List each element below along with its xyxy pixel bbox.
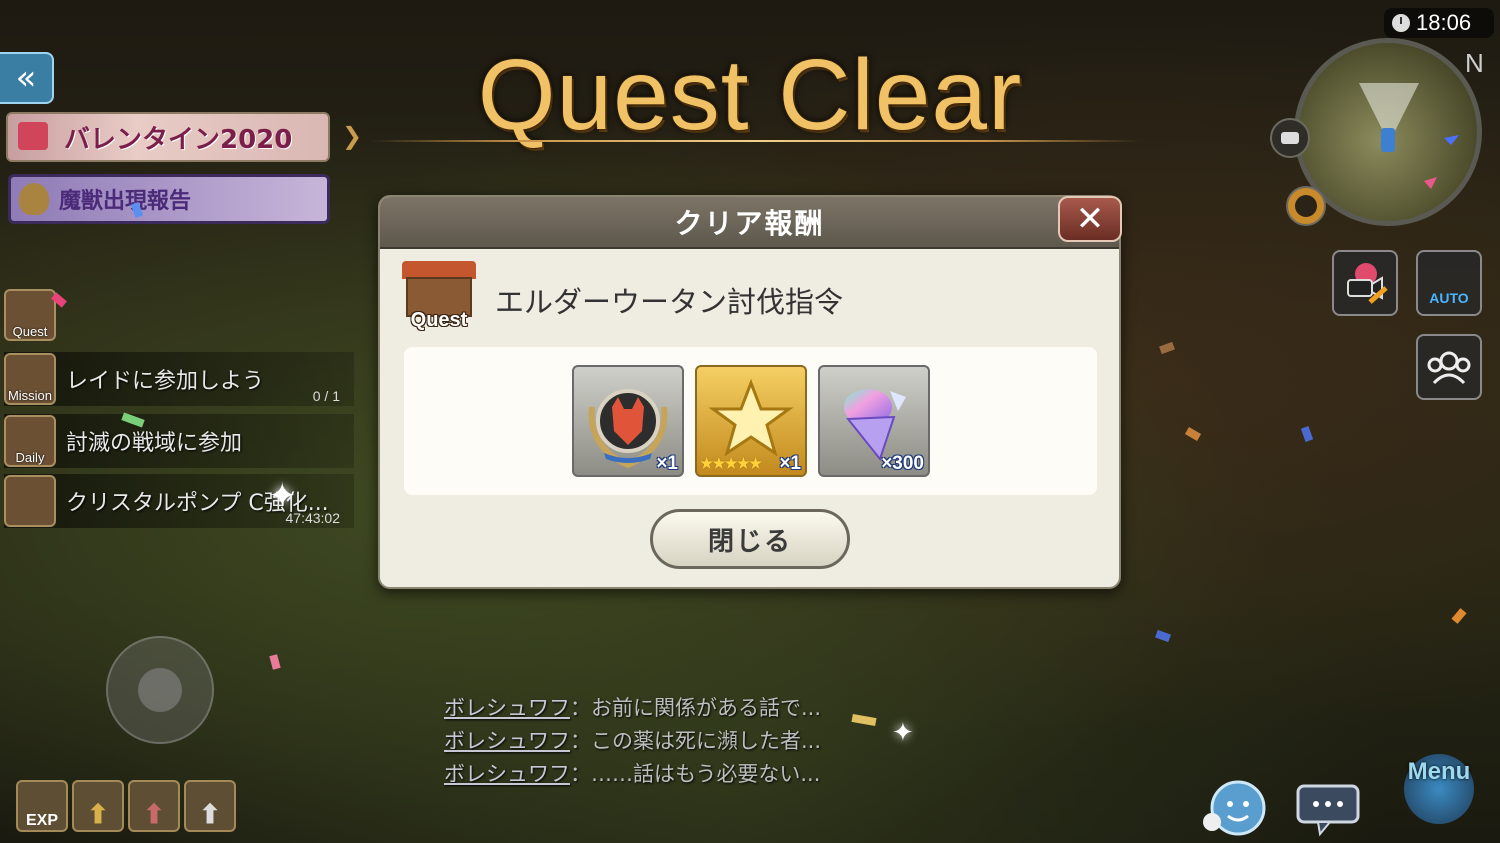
chat-message: ：お前に関係がある話で... [570, 696, 822, 720]
dialog-close-x-button[interactable]: ✕ [1058, 196, 1122, 242]
exp-label: EXP [25, 812, 58, 829]
confetti-piece [1451, 608, 1467, 624]
gold-boost-button[interactable]: ⬆ [72, 780, 124, 832]
emote-button[interactable] [1200, 778, 1272, 838]
chat-speaker-link[interactable]: ボレシュワフ [444, 762, 570, 786]
record-button[interactable] [1332, 250, 1398, 316]
quest-icon: Quest [4, 289, 56, 341]
reward-quantity: ×1 [779, 453, 801, 474]
clock-time: 18:06 [1416, 10, 1472, 35]
dialog-title: クリア報酬 [674, 207, 825, 240]
chat-message: ：この薬は死に瀕した者... [570, 729, 822, 753]
portrait-icon [1295, 195, 1317, 217]
menu-button[interactable]: Menu [1384, 744, 1494, 840]
minimap-view-cone-icon [1359, 83, 1459, 189]
confetti-piece [1159, 341, 1175, 355]
reward-item[interactable]: ★★★★★ ×1 [695, 365, 807, 477]
crystal-pump-row[interactable]: クリスタルポンプ C強化... 47:43:02 [4, 474, 354, 528]
close-icon: ✕ [1075, 199, 1105, 239]
drop-boost-button[interactable]: ⬆ [128, 780, 180, 832]
camera-icon [1281, 132, 1299, 144]
quest-badge-icon: Quest [400, 261, 478, 337]
double-chevron-left-icon: « [15, 58, 37, 98]
smiley-face-icon [1203, 780, 1266, 836]
sparkle-icon: ✦ [268, 476, 297, 516]
back-button[interactable]: « [0, 52, 54, 104]
compass-north-label: N [1465, 48, 1484, 78]
party-button[interactable] [1416, 334, 1482, 400]
coin-up-icon: ⬆ [87, 799, 109, 829]
chat-line: ボレシュワフ：この薬は死に瀕した者... [444, 725, 821, 755]
mission-text: レイドに参加しよう [66, 369, 265, 394]
confetti-piece [1155, 629, 1171, 643]
clear-reward-dialog: クリア報酬 Quest エルダーウータン討伐指令 ×1 ★★★★★ ×1 ×30… [378, 195, 1121, 589]
quest-badge-label: Quest [410, 309, 468, 331]
banner-expand-icon[interactable]: ❯ [342, 122, 362, 150]
close-button[interactable]: 閉じる [650, 509, 850, 569]
confetti-piece [1300, 426, 1314, 442]
confetti-piece [1184, 427, 1202, 441]
reward-quantity: ×1 [656, 453, 678, 474]
dialog-header: クリア報酬 [380, 197, 1119, 249]
title-underline [370, 140, 1140, 142]
menu-label: Menu [1407, 758, 1471, 785]
reward-quantity: ×300 [881, 453, 924, 474]
hand-up-icon: ⬆ [199, 799, 221, 829]
character-portrait-button[interactable] [1286, 186, 1326, 226]
confetti-piece [269, 654, 281, 670]
party-icon [1427, 351, 1471, 385]
clock-icon [1392, 14, 1410, 32]
chat-line: ボレシュワフ：……話はもう必要ない... [444, 758, 820, 788]
mission-progress: 0 / 1 [312, 388, 340, 404]
sparkle-icon: ✦ [892, 718, 914, 748]
quest-name: エルダーウータン討伐指令 [495, 285, 844, 319]
exp-boost-button[interactable]: EXP [16, 780, 68, 832]
auto-battle-button[interactable]: AUTO [1416, 250, 1482, 316]
boot-up-icon: ⬆ [143, 799, 165, 829]
monster-head-icon [19, 183, 49, 215]
camcorder-icon [1347, 263, 1388, 304]
chat-line: ボレシュワフ：お前に関係がある話で... [444, 692, 821, 722]
auto-label: AUTO [1429, 290, 1469, 306]
chat-speaker-link[interactable]: ボレシュワフ [444, 729, 570, 753]
event-banner-label: バレンタイン2020 [64, 124, 293, 155]
monster-report-banner[interactable]: 魔獣出現報告 [8, 174, 330, 224]
reward-item[interactable]: ×300 [818, 365, 930, 477]
monster-report-label: 魔獣出現報告 [59, 189, 192, 214]
camera-toggle-button[interactable] [1270, 118, 1310, 158]
chat-button[interactable] [1296, 784, 1362, 838]
clock: 18:06 [1384, 8, 1494, 38]
daily-icon: Daily [4, 415, 56, 467]
gather-boost-button[interactable]: ⬆ [184, 780, 236, 832]
reward-star-rating: ★★★★★ [699, 454, 763, 474]
gift-icon [18, 122, 48, 150]
mission-row[interactable]: Mission レイドに参加しよう 0 / 1 [4, 352, 354, 406]
daily-text: 討滅の戦域に参加 [66, 431, 243, 456]
reward-panel: ×1 ★★★★★ ×1 ×300 [404, 347, 1097, 495]
virtual-joystick[interactable] [106, 636, 214, 744]
confetti-piece [851, 713, 877, 727]
chat-speaker-link[interactable]: ボレシュワフ [444, 696, 570, 720]
treasure-chest-icon [4, 475, 56, 527]
chat-bubble-icon [1296, 784, 1360, 837]
daily-row[interactable]: Daily 討滅の戦域に参加 [4, 414, 354, 468]
mission-icon: Mission [4, 353, 56, 405]
valentine-event-banner[interactable]: バレンタイン2020 [6, 112, 330, 162]
chat-message: ：……話はもう必要ない... [570, 762, 821, 786]
reward-item[interactable]: ×1 [572, 365, 684, 477]
